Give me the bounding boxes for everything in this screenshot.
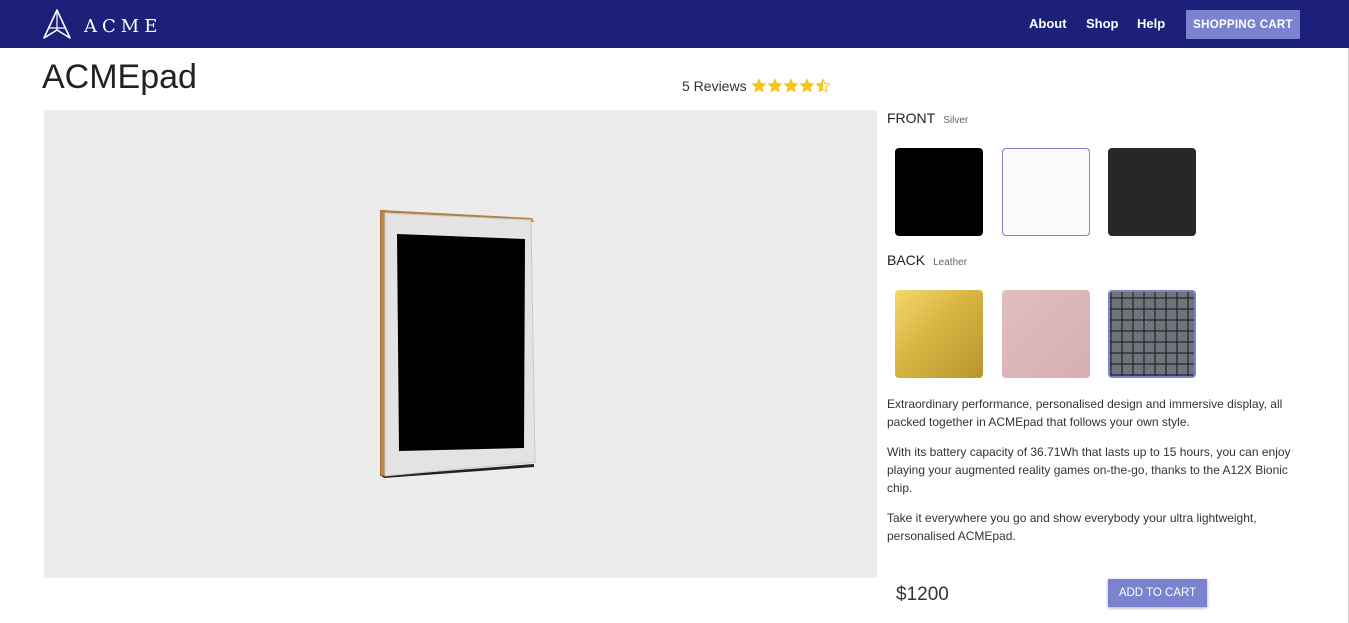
back-swatch-leather-plaid[interactable]: [1108, 290, 1196, 378]
nav-link-shop[interactable]: Shop: [1086, 16, 1119, 31]
star-full-icon: [799, 78, 815, 94]
star-full-icon: [767, 78, 783, 94]
rating-stars: [751, 78, 831, 94]
description-paragraph-3: Take it everywhere you go and show every…: [887, 511, 1257, 543]
shopping-cart-button[interactable]: SHOPPING CART: [1186, 10, 1300, 39]
description-paragraph-1: Extraordinary performance, personalised …: [887, 397, 1283, 429]
back-swatch-rose[interactable]: [1002, 290, 1090, 378]
front-swatch-silver[interactable]: [1002, 148, 1090, 236]
star-full-icon: [751, 78, 767, 94]
front-swatch-black[interactable]: [895, 148, 983, 236]
nav-link-about[interactable]: About: [1029, 16, 1067, 31]
nav-link-help[interactable]: Help: [1137, 16, 1165, 31]
product-reviews[interactable]: 5 Reviews: [682, 78, 831, 94]
back-selected-value: Leather: [933, 257, 968, 268]
back-option-header: BACK Leather: [887, 252, 967, 268]
product-3d-viewer[interactable]: [44, 110, 877, 578]
description-paragraph-2: With its battery capacity of 36.71Wh tha…: [887, 445, 1291, 495]
back-swatch-gold[interactable]: [895, 290, 983, 378]
front-swatch-space-gray[interactable]: [1108, 148, 1196, 236]
back-label: BACK: [887, 252, 926, 268]
product-title: ACMEpad: [42, 58, 197, 96]
star-half-icon: [815, 78, 831, 94]
star-full-icon: [783, 78, 799, 94]
add-to-cart-button[interactable]: ADD TO CART: [1108, 579, 1207, 607]
tablet-3d-render: [380, 210, 536, 478]
front-selected-value: Silver: [943, 115, 969, 126]
front-label: FRONT: [887, 110, 936, 126]
brand-name: ACME: [84, 16, 163, 37]
top-navbar: ACME About Shop Help SHOPPING CART: [0, 0, 1349, 48]
brand-logo[interactable]: ACME: [42, 8, 162, 45]
front-option-header: FRONT Silver: [887, 110, 968, 126]
triangle-a-icon: [42, 8, 72, 45]
product-price: $1200: [896, 584, 949, 605]
reviews-count: 5 Reviews: [682, 78, 747, 94]
